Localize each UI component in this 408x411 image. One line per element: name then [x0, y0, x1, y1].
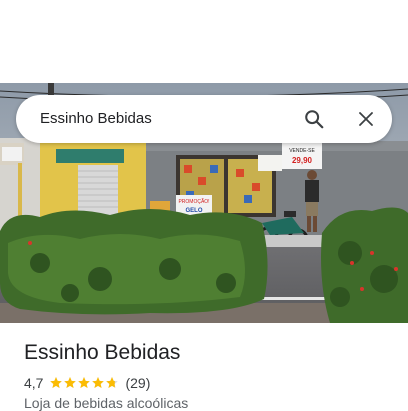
search-icon — [305, 110, 324, 129]
close-button[interactable] — [342, 95, 390, 143]
place-category: Loja de bebidas alcoólicas — [24, 395, 189, 411]
star-icon — [50, 377, 63, 388]
rating-value: 4,7 — [24, 375, 44, 391]
ice-sign-label: GELO — [185, 208, 202, 214]
price-sign-value: 29,90 — [292, 156, 313, 165]
promo-sign-label: PROMOÇÃO! — [178, 198, 209, 205]
review-count[interactable]: (29) — [125, 375, 150, 391]
star-icon — [64, 377, 77, 388]
price-sign-label: VENDE-SE — [289, 148, 315, 154]
star-icon — [92, 377, 105, 388]
star-icon — [78, 377, 91, 388]
search-button[interactable] — [290, 95, 338, 143]
search-query-text[interactable]: Essinho Bebidas — [40, 95, 152, 143]
close-icon — [359, 112, 373, 126]
place-title: Essinho Bebidas — [24, 341, 181, 364]
star-icon — [106, 377, 119, 388]
rating-stars — [49, 376, 119, 390]
search-bar[interactable]: Essinho Bebidas — [16, 95, 392, 143]
rating-row[interactable]: 4,7 (29) — [24, 374, 150, 392]
